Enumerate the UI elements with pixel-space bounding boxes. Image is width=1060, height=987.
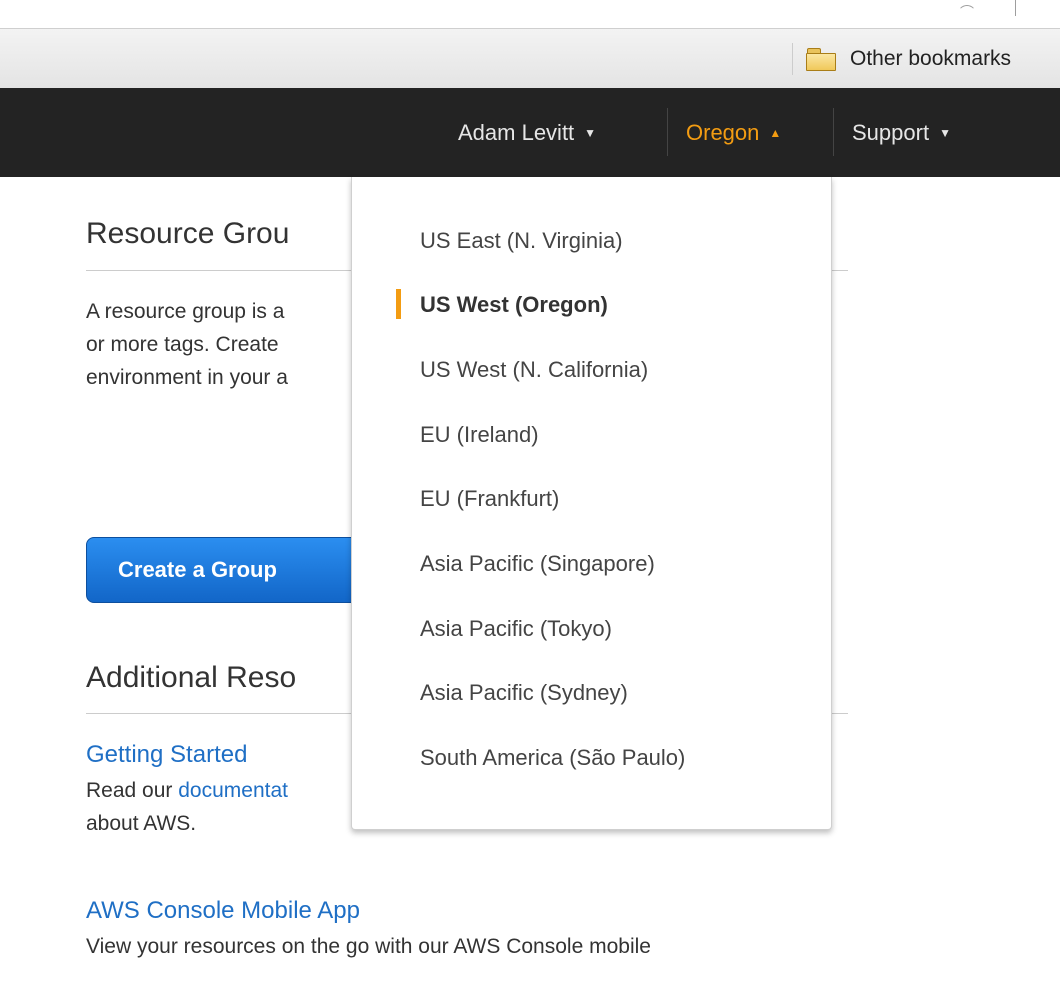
support-menu-label: Support [852, 119, 930, 145]
region-option[interactable]: US West (N. California) [420, 357, 648, 383]
user-menu-label: Adam Levitt [458, 119, 575, 145]
bookmarks-bar: Other bookmarks [0, 28, 1060, 88]
region-option[interactable]: EU (Ireland) [420, 422, 539, 448]
other-bookmarks-folder[interactable]: Other bookmarks [806, 29, 1011, 89]
resource-groups-heading: Resource Grou [86, 217, 290, 250]
chevron-up-icon: ▲ [769, 125, 782, 140]
region-option[interactable]: Asia Pacific (Tokyo) [420, 616, 612, 642]
region-dropdown: US East (N. Virginia) US West (Oregon) U… [351, 177, 832, 830]
region-option[interactable]: Asia Pacific (Singapore) [420, 551, 655, 577]
aws-top-navbar: Adam Levitt ▼ Oregon ▲ Support ▼ [0, 88, 1060, 177]
folder-icon [806, 48, 836, 71]
create-group-button-label: Create a Group [118, 557, 277, 582]
chevron-down-icon: ▼ [939, 125, 951, 140]
region-option[interactable]: Asia Pacific (Sydney) [420, 680, 628, 706]
mobile-app-link[interactable]: AWS Console Mobile App [86, 897, 360, 925]
other-bookmarks-label: Other bookmarks [850, 47, 1012, 70]
nav-divider [833, 108, 834, 156]
selected-region-marker [396, 289, 401, 319]
getting-started-link[interactable]: Getting Started [86, 741, 247, 769]
additional-resources-heading: Additional Reso [86, 661, 297, 694]
bookmarks-separator [792, 43, 793, 75]
create-group-button[interactable]: Create a Group [86, 537, 386, 603]
chevron-down-icon: ▼ [584, 125, 597, 140]
support-menu[interactable]: Support ▼ [852, 88, 951, 177]
documentation-link[interactable]: documentat [178, 779, 288, 802]
mobile-app-description: View your resources on the go with our A… [86, 935, 651, 958]
region-menu[interactable]: Oregon ▲ [686, 88, 781, 177]
region-option[interactable]: EU (Frankfurt) [420, 486, 559, 512]
description-text: Read our [86, 779, 179, 802]
nav-divider [667, 108, 668, 156]
browser-title-area: ⌒ [0, 0, 1060, 28]
region-option-selected[interactable]: US West (Oregon) [420, 292, 608, 318]
window-control-divider [1015, 0, 1016, 16]
region-menu-label: Oregon [686, 119, 760, 145]
region-option[interactable]: South America (São Paulo) [420, 745, 685, 771]
region-option[interactable]: US East (N. Virginia) [420, 228, 623, 254]
window-control-icon[interactable]: ⌒ [960, 2, 974, 22]
user-menu[interactable]: Adam Levitt ▼ [458, 88, 596, 177]
